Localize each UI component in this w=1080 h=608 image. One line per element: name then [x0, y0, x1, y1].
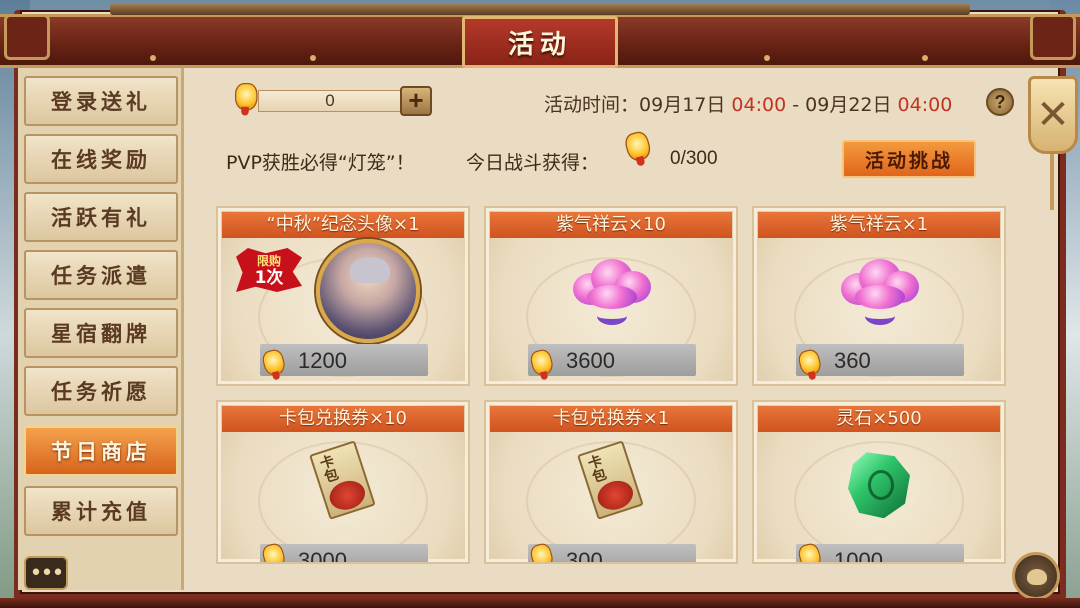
item-price: 3600 — [566, 348, 615, 373]
sidebar-item-star-flip[interactable]: 星宿翻牌 — [24, 308, 178, 358]
shop-item-card[interactable]: 卡包兑换券×10 卡包 3000 — [216, 400, 470, 564]
item-price: 1200 — [298, 348, 347, 373]
more-menu-button[interactable]: ••• — [24, 556, 68, 590]
limit-badge-count: 1次 — [254, 268, 284, 288]
purchase-limit-badge: 限购 1次 — [236, 248, 302, 292]
add-currency-button[interactable]: + — [400, 86, 432, 116]
event-end-date: 09月22日 — [805, 94, 892, 116]
lantern-icon — [231, 81, 259, 116]
battle-reward-label: 今日战斗获得： — [466, 152, 600, 174]
event-time-separator: - — [792, 94, 800, 116]
shop-item-title: 紫气祥云×1 — [758, 212, 1000, 238]
shop-item-title: 紫气祥云×10 — [490, 212, 732, 238]
shop-item-card[interactable]: 紫气祥云×1 360 — [752, 206, 1006, 386]
sidebar-item-activity-gift[interactable]: 活跃有礼 — [24, 192, 178, 242]
sidebar-item-task-wish[interactable]: 任务祈愿 — [24, 366, 178, 416]
shop-item-card[interactable]: 灵石×500 1000 — [752, 400, 1006, 564]
event-start-time: 04:00 — [731, 94, 787, 116]
item-price: 1000 — [834, 548, 883, 564]
rivet-ornament — [310, 55, 316, 61]
corner-ornament-left — [4, 14, 50, 60]
close-icon: ✕ — [1036, 92, 1070, 138]
avatar-portrait-icon — [316, 238, 420, 343]
spirit-stone-icon — [848, 452, 910, 519]
item-price: 3000 — [298, 548, 347, 564]
item-price: 300 — [566, 548, 603, 564]
pvp-reward-text: PVP获胜必得“灯笼”！ — [226, 152, 415, 174]
close-button-tassel — [1050, 154, 1054, 210]
shop-item-title: 卡包兑换券×10 — [222, 406, 464, 432]
page-title: 活动 — [462, 16, 618, 68]
battle-reward-count: 0/300 — [670, 148, 718, 169]
corner-ornament-right — [1030, 14, 1076, 60]
card-pack-voucher-icon: 卡包 — [305, 440, 381, 522]
shop-item-title: “中秋”纪念头像×1 — [222, 212, 464, 238]
rivet-ornament — [150, 55, 156, 61]
event-challenge-button[interactable]: 活动挑战 — [842, 140, 976, 178]
shop-item-title: 灵石×500 — [758, 406, 1000, 432]
shop-item-title: 卡包兑换券×1 — [490, 406, 732, 432]
sidebar-item-festival-shop[interactable]: 节日商店 — [24, 426, 178, 476]
purple-cloud-icon — [567, 255, 655, 329]
close-button[interactable]: ✕ — [1028, 76, 1078, 154]
bottom-frame-rail — [0, 598, 1080, 608]
event-end-time: 04:00 — [897, 94, 953, 116]
title-bar-rail — [110, 3, 970, 15]
sidebar-item-cumulative-recharge[interactable]: 累计充值 — [24, 486, 178, 536]
event-time: 活动时间：09月17日 04:00 - 09月22日 04:00 — [544, 90, 952, 117]
purple-cloud-icon — [835, 255, 923, 329]
sidebar-item-login-gift[interactable]: 登录送礼 — [24, 76, 178, 126]
rivet-ornament — [922, 55, 928, 61]
sidebar-item-online-reward[interactable]: 在线奖励 — [24, 134, 178, 184]
item-price: 360 — [834, 348, 871, 373]
sidebar: 登录送礼 在线奖励 活跃有礼 任务派遣 星宿翻牌 任务祈愿 节日商店 累计充值 — [18, 68, 184, 590]
rivet-ornament — [764, 55, 770, 61]
help-button[interactable]: ? — [986, 88, 1014, 116]
event-start-date: 09月17日 — [639, 94, 726, 116]
shop-item-card[interactable]: 紫气祥云×10 3600 — [484, 206, 738, 386]
limit-badge-label: 限购 — [256, 254, 281, 268]
card-pack-voucher-icon: 卡包 — [573, 440, 649, 522]
event-time-label: 活动时间： — [544, 94, 640, 116]
sidebar-item-task-dispatch[interactable]: 任务派遣 — [24, 250, 178, 300]
shop-item-card[interactable]: “中秋”纪念头像×1 限购 1次 1200 — [216, 206, 470, 386]
shop-item-card[interactable]: 卡包兑换券×1 卡包 300 — [484, 400, 738, 564]
ellipsis-icon: ••• — [29, 560, 65, 586]
corner-shortcut-button[interactable] — [1012, 552, 1060, 600]
lantern-currency-amount: 0 — [258, 90, 402, 112]
